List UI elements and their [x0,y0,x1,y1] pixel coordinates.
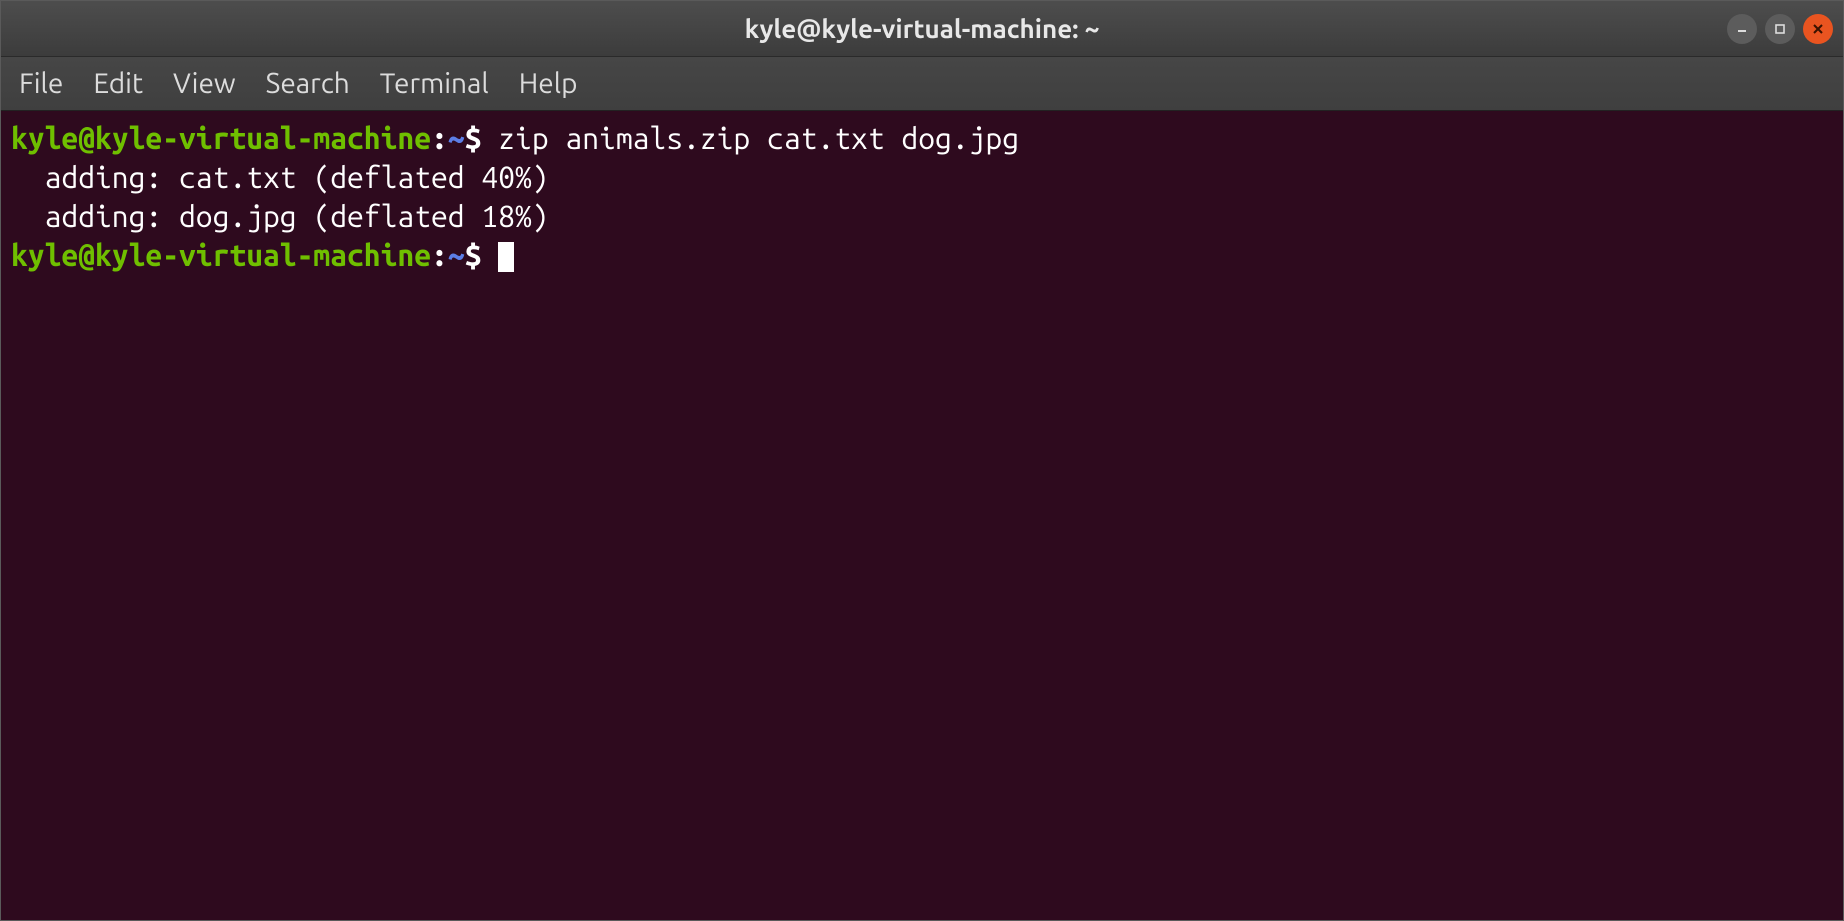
menu-file[interactable]: File [19,68,63,99]
menu-edit[interactable]: Edit [93,68,143,99]
output-text: adding: cat.txt (deflated 40%) [11,160,549,194]
window-title: kyle@kyle-virtual-machine: ~ [745,14,1100,43]
minimize-button[interactable] [1727,14,1757,44]
menu-search[interactable]: Search [266,68,350,99]
prompt-user: kyle@kyle-virtual-machine [11,238,431,272]
terminal-line: kyle@kyle-virtual-machine:~$ [11,236,1833,275]
output-text: adding: dog.jpg (deflated 18%) [11,199,549,233]
prompt-user: kyle@kyle-virtual-machine [11,121,431,155]
minimize-icon [1735,22,1749,36]
maximize-icon [1773,22,1787,36]
close-icon [1811,22,1825,36]
terminal-window: kyle@kyle-virtual-machine: ~ File Edit V… [0,0,1844,921]
maximize-button[interactable] [1765,14,1795,44]
menu-help[interactable]: Help [519,68,578,99]
terminal-line: adding: cat.txt (deflated 40%) [11,158,1833,197]
menu-view[interactable]: View [173,68,236,99]
prompt-dollar: $ [465,238,482,272]
prompt-path: ~ [448,121,465,155]
terminal-line: kyle@kyle-virtual-machine:~$ zip animals… [11,119,1833,158]
prompt-dollar: $ [465,121,482,155]
prompt-path: ~ [448,238,465,272]
prompt-colon: : [431,238,448,272]
menu-terminal[interactable]: Terminal [380,68,489,99]
terminal-line: adding: dog.jpg (deflated 18%) [11,197,1833,236]
terminal-body[interactable]: kyle@kyle-virtual-machine:~$ zip animals… [1,111,1843,920]
cursor-block [498,242,514,272]
titlebar[interactable]: kyle@kyle-virtual-machine: ~ [1,1,1843,57]
prompt-colon: : [431,121,448,155]
menubar: File Edit View Search Terminal Help [1,57,1843,111]
window-controls [1727,14,1833,44]
command-text: zip animals.zip cat.txt dog.jpg [481,121,1019,155]
command-text [481,238,498,272]
close-button[interactable] [1803,14,1833,44]
